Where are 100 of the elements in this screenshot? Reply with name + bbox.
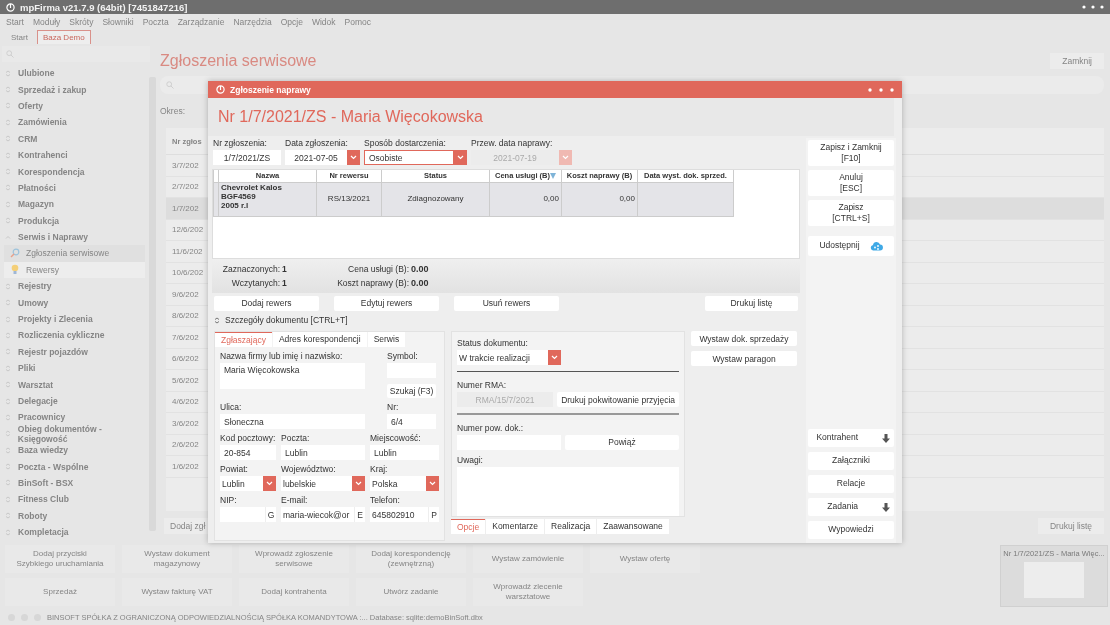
- action-button[interactable]: Kontrahent: [808, 429, 894, 447]
- expand-icon[interactable]: [5, 315, 11, 323]
- expand-icon[interactable]: [5, 430, 11, 438]
- tab[interactable]: Opcje: [451, 519, 486, 534]
- dropdown-field[interactable]: Osobiste: [364, 150, 454, 165]
- expand-icon[interactable]: [5, 86, 11, 94]
- expand-icon[interactable]: [5, 331, 11, 339]
- sidebar-item[interactable]: Rejestr pojazdów: [2, 343, 149, 361]
- sidebar-item[interactable]: Pracownicy: [2, 409, 149, 426]
- action-button[interactable]: Zapisz i Zamknij [F10]: [808, 140, 894, 166]
- dropdown-button[interactable]: [347, 150, 360, 165]
- dropdown-button[interactable]: [426, 476, 439, 491]
- date-field[interactable]: 2021-07-05: [285, 150, 347, 165]
- menu-item[interactable]: Skróty: [69, 16, 94, 27]
- input-field[interactable]: Słoneczna: [220, 414, 365, 429]
- tab[interactable]: Realizacja: [545, 519, 597, 534]
- action-button[interactable]: Dodaj rewers: [214, 295, 319, 311]
- expand-icon[interactable]: [5, 184, 11, 192]
- link-button[interactable]: Powiąż: [565, 434, 679, 450]
- print-button[interactable]: Drukuj listę: [705, 295, 798, 311]
- expand-icon[interactable]: [5, 364, 11, 372]
- sidebar-item[interactable]: Magazyn: [2, 196, 149, 213]
- tab[interactable]: Zaawansowane: [597, 519, 669, 534]
- expand-icon[interactable]: [5, 397, 11, 405]
- field-button[interactable]: P: [428, 507, 439, 522]
- tab[interactable]: Zgłaszający: [215, 332, 272, 347]
- tab[interactable]: Komentarze: [486, 519, 545, 534]
- action-button[interactable]: Relacje: [808, 475, 894, 493]
- tab[interactable]: Baza Demo: [36, 30, 91, 44]
- tab[interactable]: Start: [6, 31, 33, 44]
- dropdown-button[interactable]: [263, 476, 276, 491]
- dropdown-button[interactable]: [548, 350, 561, 365]
- dropdown-button[interactable]: [559, 150, 572, 165]
- expand-icon[interactable]: [5, 200, 11, 208]
- dropdown-field[interactable]: W trakcie realizacji: [457, 350, 548, 365]
- menu-item[interactable]: Widok: [311, 16, 336, 27]
- sidebar-item[interactable]: Projekty i Zlecenia: [2, 310, 149, 328]
- expand-icon[interactable]: [5, 151, 11, 159]
- action-button[interactable]: Wypowiedzi: [808, 521, 894, 539]
- expand-icon[interactable]: [5, 446, 11, 454]
- collapse-icon[interactable]: [214, 316, 220, 324]
- dropdown-button[interactable]: [454, 150, 467, 165]
- action-button[interactable]: Zadania: [808, 498, 894, 516]
- field-button[interactable]: E: [354, 507, 365, 522]
- sidebar-item[interactable]: Poczta - Wspólne: [2, 458, 149, 475]
- sidebar-item[interactable]: Rejestry: [2, 278, 149, 295]
- input-field[interactable]: 645802910: [370, 507, 428, 522]
- dropdown-field[interactable]: lubelskie: [281, 476, 352, 491]
- sidebar-item[interactable]: Płatności: [2, 179, 149, 197]
- action-button[interactable]: Wystaw dok. sprzedaży: [691, 331, 797, 346]
- action-button[interactable]: Zapisz [CTRL+S]: [808, 200, 894, 226]
- expand-icon[interactable]: [5, 102, 11, 110]
- text-area[interactable]: Maria Więcokowska: [220, 363, 365, 389]
- expand-icon[interactable]: [5, 381, 11, 389]
- sidebar-item[interactable]: Produkcja: [2, 212, 149, 229]
- action-button[interactable]: Załączniki: [808, 452, 894, 470]
- expand-icon[interactable]: [5, 118, 11, 126]
- sidebar-item[interactable]: Obieg dokumentów - Księgowość: [2, 425, 149, 442]
- sidebar-item[interactable]: Rozliczenia cykliczne: [2, 327, 149, 344]
- dropdown-field[interactable]: Polska: [370, 476, 426, 491]
- sidebar-item[interactable]: Fitness Club: [2, 491, 149, 508]
- sidebar-item[interactable]: CRM: [2, 130, 149, 147]
- expand-icon[interactable]: [5, 413, 11, 421]
- sidebar-item[interactable]: Kontrahenci: [2, 146, 149, 164]
- sidebar-item[interactable]: Ulubione: [2, 65, 149, 82]
- filter-icon[interactable]: [550, 173, 556, 180]
- expand-icon[interactable]: [5, 512, 11, 520]
- input-field[interactable]: Lublin: [281, 445, 365, 460]
- dropdown-button[interactable]: [352, 476, 365, 491]
- search-button[interactable]: Szukaj (F3): [387, 384, 436, 398]
- menu-item[interactable]: Poczta: [142, 16, 169, 27]
- menu-item[interactable]: Opcje: [280, 16, 303, 27]
- expand-icon[interactable]: [5, 479, 11, 487]
- notes-field[interactable]: [457, 466, 679, 516]
- sidebar-item[interactable]: Korespondencja: [2, 163, 149, 180]
- expand-icon[interactable]: [5, 348, 11, 356]
- menu-item[interactable]: Start: [6, 16, 24, 27]
- expand-icon[interactable]: [5, 282, 11, 290]
- expand-icon[interactable]: [5, 528, 11, 536]
- expand-icon[interactable]: [5, 495, 11, 503]
- sidebar-item[interactable]: Kompletacja: [2, 523, 149, 541]
- sidebar-item[interactable]: BinSoft - BSX: [2, 474, 149, 492]
- expand-icon[interactable]: [5, 69, 11, 77]
- tab[interactable]: Serwis: [367, 332, 406, 347]
- input-field[interactable]: 20-854: [220, 445, 276, 460]
- more-icon[interactable]: [1082, 5, 1104, 9]
- expand-icon[interactable]: [5, 217, 11, 225]
- menu-item[interactable]: Słowniki: [102, 16, 134, 27]
- action-button[interactable]: Anuluj [ESC]: [808, 170, 894, 196]
- tab[interactable]: Adres korespondencji: [272, 332, 367, 347]
- sidebar-item[interactable]: Oferty: [2, 97, 149, 115]
- input-field[interactable]: 1/7/2021/ZS: [213, 150, 281, 165]
- action-button[interactable]: Usuń rewers: [454, 295, 559, 311]
- sidebar-item[interactable]: Zamówienia: [2, 114, 149, 131]
- field-button[interactable]: G: [265, 507, 276, 522]
- dropdown-field[interactable]: Lublin: [220, 476, 263, 491]
- sidebar-item[interactable]: Delegacje: [2, 392, 149, 410]
- menu-item[interactable]: Moduły: [32, 16, 61, 27]
- sidebar-item[interactable]: Sprzedaż i zakup: [2, 81, 149, 98]
- section-title[interactable]: Szczegóły dokumentu [CTRL+T]: [225, 315, 348, 325]
